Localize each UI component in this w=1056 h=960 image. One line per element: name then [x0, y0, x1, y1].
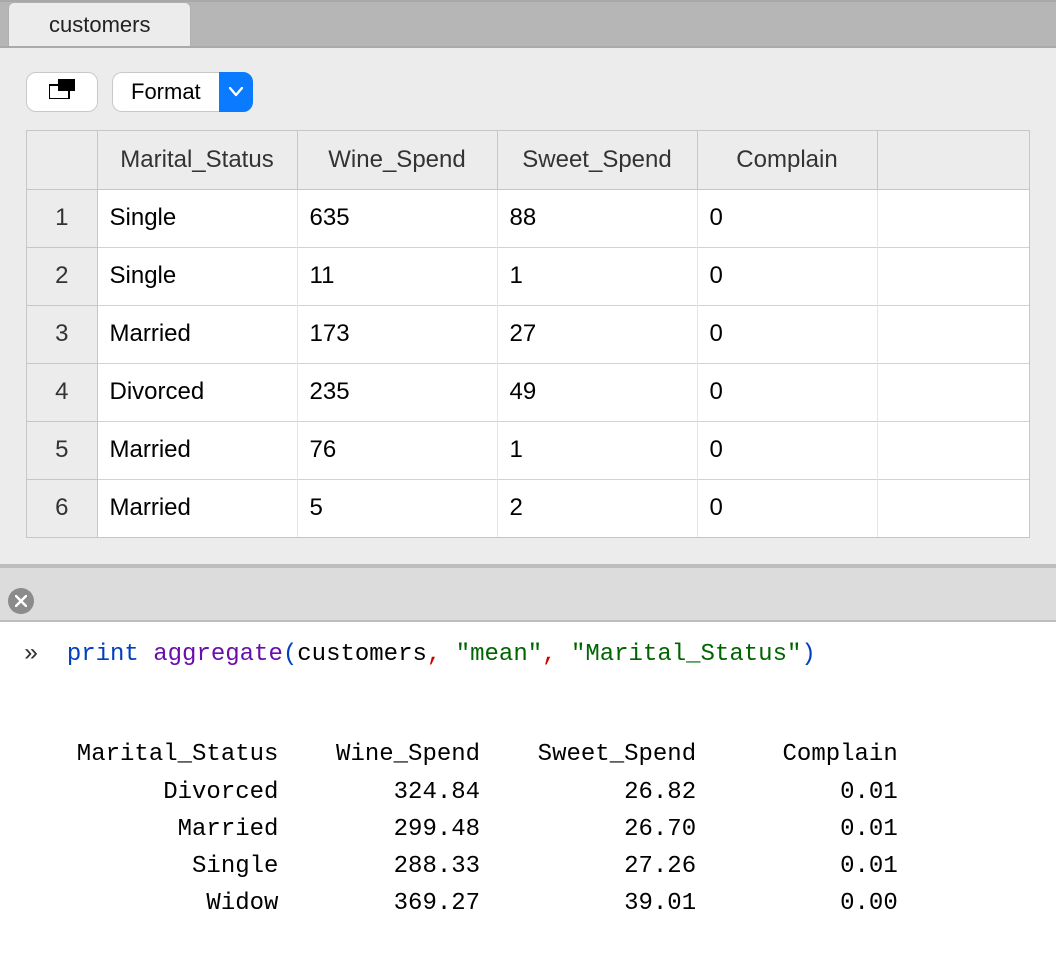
- cell[interactable]: Married: [97, 421, 297, 479]
- row-number[interactable]: 2: [27, 247, 97, 305]
- cell-empty: [877, 189, 1029, 247]
- cell-empty: [877, 363, 1029, 421]
- layout-toggle-button[interactable]: [26, 72, 98, 112]
- arg-mean: "mean": [456, 641, 542, 668]
- tab-bar: customers: [0, 0, 1056, 48]
- col-header[interactable]: Wine_Spend: [297, 131, 497, 189]
- cell[interactable]: Divorced: [97, 363, 297, 421]
- cell[interactable]: 88: [497, 189, 697, 247]
- cell-empty: [877, 247, 1029, 305]
- data-viewer-panel: Format Marital_Status Wine_Spend Sweet_S…: [0, 48, 1056, 566]
- cell[interactable]: 0: [697, 479, 877, 537]
- cell-empty: [877, 305, 1029, 363]
- cell[interactable]: Single: [97, 247, 297, 305]
- paren-open: (: [283, 641, 297, 668]
- corner-cell: [27, 131, 97, 189]
- arg-marital-status: "Marital_Status": [571, 641, 801, 668]
- cell[interactable]: 235: [297, 363, 497, 421]
- comma: ,: [427, 641, 441, 668]
- format-dropdown-label: Format: [112, 72, 219, 112]
- pane-divider[interactable]: [0, 566, 1056, 622]
- header-row: Marital_Status Wine_Spend Sweet_Spend Co…: [27, 131, 1029, 189]
- cell[interactable]: Married: [97, 479, 297, 537]
- console-input-line: » print aggregate(customers, "mean", "Ma…: [24, 636, 1032, 673]
- cell[interactable]: 1: [497, 421, 697, 479]
- output-row: Divorced 324.84 26.82 0.01: [48, 779, 898, 806]
- cell[interactable]: 2: [497, 479, 697, 537]
- cell[interactable]: 1: [497, 247, 697, 305]
- col-header[interactable]: Marital_Status: [97, 131, 297, 189]
- table-row[interactable]: 3Married173270: [27, 305, 1029, 363]
- table-row[interactable]: 2Single1110: [27, 247, 1029, 305]
- keyword-print: print: [67, 641, 139, 668]
- cell[interactable]: 0: [697, 247, 877, 305]
- col-header[interactable]: Complain: [697, 131, 877, 189]
- chevron-down-icon[interactable]: [219, 72, 253, 112]
- table-row[interactable]: 5Married7610: [27, 421, 1029, 479]
- console-code: print aggregate(customers, "mean", "Mari…: [67, 641, 816, 668]
- comma: ,: [542, 641, 556, 668]
- cell[interactable]: 635: [297, 189, 497, 247]
- cell[interactable]: 5: [297, 479, 497, 537]
- table-row[interactable]: 1Single635880: [27, 189, 1029, 247]
- cell[interactable]: 0: [697, 189, 877, 247]
- row-number[interactable]: 4: [27, 363, 97, 421]
- cell[interactable]: 11: [297, 247, 497, 305]
- table-row[interactable]: 4Divorced235490: [27, 363, 1029, 421]
- paren-close: ): [801, 641, 815, 668]
- console-output: Marital_Status Wine_Spend Sweet_Spend Co…: [48, 699, 1032, 959]
- cell[interactable]: 0: [697, 305, 877, 363]
- row-number[interactable]: 3: [27, 305, 97, 363]
- cell[interactable]: 173: [297, 305, 497, 363]
- prompt-caret: »: [24, 641, 38, 668]
- arg-customers: customers: [297, 641, 427, 668]
- data-grid[interactable]: Marital_Status Wine_Spend Sweet_Spend Co…: [26, 130, 1030, 538]
- cell-empty: [877, 421, 1029, 479]
- table-row[interactable]: 6Married520: [27, 479, 1029, 537]
- cell-empty: [877, 479, 1029, 537]
- output-row: Married 299.48 26.70 0.01: [48, 816, 898, 843]
- layout-icon: [49, 79, 75, 105]
- cell[interactable]: 27: [497, 305, 697, 363]
- cell[interactable]: 0: [697, 421, 877, 479]
- console-panel[interactable]: » print aggregate(customers, "mean", "Ma…: [0, 622, 1056, 960]
- close-icon[interactable]: [8, 588, 34, 614]
- cell[interactable]: Single: [97, 189, 297, 247]
- row-number[interactable]: 1: [27, 189, 97, 247]
- cell[interactable]: 76: [297, 421, 497, 479]
- row-number[interactable]: 6: [27, 479, 97, 537]
- output-row: Single 288.33 27.26 0.01: [48, 853, 898, 880]
- func-aggregate: aggregate: [153, 641, 283, 668]
- tab-customers[interactable]: customers: [8, 2, 191, 46]
- row-number[interactable]: 5: [27, 421, 97, 479]
- col-header-empty: [877, 131, 1029, 189]
- format-dropdown[interactable]: Format: [112, 72, 253, 112]
- output-row: Widow 369.27 39.01 0.00: [48, 890, 898, 917]
- viewer-toolbar: Format: [26, 72, 1030, 112]
- col-header[interactable]: Sweet_Spend: [497, 131, 697, 189]
- output-header: Marital_Status Wine_Spend Sweet_Spend Co…: [48, 741, 898, 768]
- cell[interactable]: Married: [97, 305, 297, 363]
- cell[interactable]: 0: [697, 363, 877, 421]
- cell[interactable]: 49: [497, 363, 697, 421]
